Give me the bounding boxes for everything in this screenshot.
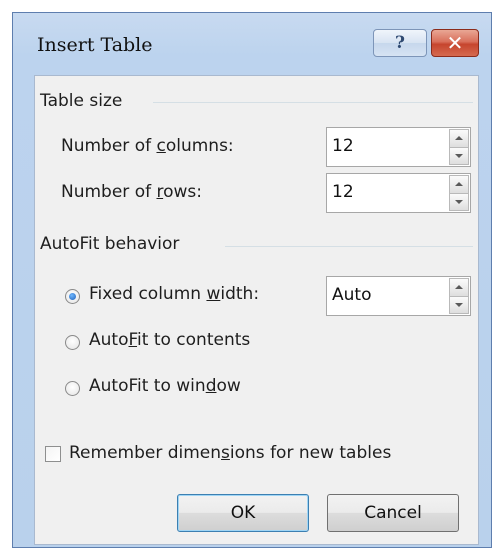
rows-value[interactable]: 12 [332, 182, 354, 202]
question-mark-icon: ? [395, 33, 405, 53]
ok-button[interactable]: OK [177, 494, 309, 532]
help-button[interactable]: ? [373, 29, 427, 57]
cancel-button[interactable]: Cancel [327, 494, 459, 532]
dialog-body: Table size Number of columns: 12 Number … [34, 75, 479, 545]
spin-down-arrow-icon[interactable] [449, 295, 469, 314]
spin-up-arrow-icon[interactable] [449, 278, 469, 296]
fixed-width-value[interactable]: Auto [332, 285, 371, 305]
spin-down-arrow-icon[interactable] [449, 146, 469, 165]
rows-label: Number of rows: [61, 182, 202, 202]
columns-spinner[interactable]: 12 [326, 127, 471, 167]
fixed-width-label[interactable]: Fixed column width: [89, 284, 259, 304]
autofit-group-label: AutoFit behavior [40, 234, 180, 254]
table-size-group-label: Table size [40, 91, 123, 111]
insert-table-dialog: Insert Table ? ✕ Table size Number of co… [12, 12, 492, 548]
fixed-width-spinner[interactable]: Auto [326, 276, 471, 316]
autofit-contents-radio[interactable] [65, 335, 80, 350]
spin-up-arrow-icon[interactable] [449, 175, 469, 193]
close-button[interactable]: ✕ [431, 29, 479, 57]
autofit-contents-label[interactable]: AutoFit to contents [89, 330, 250, 350]
close-x-icon: ✕ [446, 31, 464, 55]
dialog-title: Insert Table [37, 34, 153, 56]
columns-value[interactable]: 12 [332, 136, 354, 156]
autofit-window-label[interactable]: AutoFit to window [89, 376, 241, 396]
columns-label: Number of columns: [61, 136, 234, 156]
spin-down-arrow-icon[interactable] [449, 192, 469, 211]
remember-dimensions-label[interactable]: Remember dimensions for new tables [69, 443, 391, 463]
group-divider [225, 246, 473, 247]
fixed-width-radio[interactable] [65, 289, 80, 304]
title-bar[interactable]: Insert Table ? ✕ [13, 13, 491, 73]
rows-spinner[interactable]: 12 [326, 173, 471, 213]
autofit-window-radio[interactable] [65, 381, 80, 396]
remember-dimensions-checkbox[interactable] [45, 446, 61, 462]
group-divider [153, 102, 473, 103]
spin-up-arrow-icon[interactable] [449, 129, 469, 147]
